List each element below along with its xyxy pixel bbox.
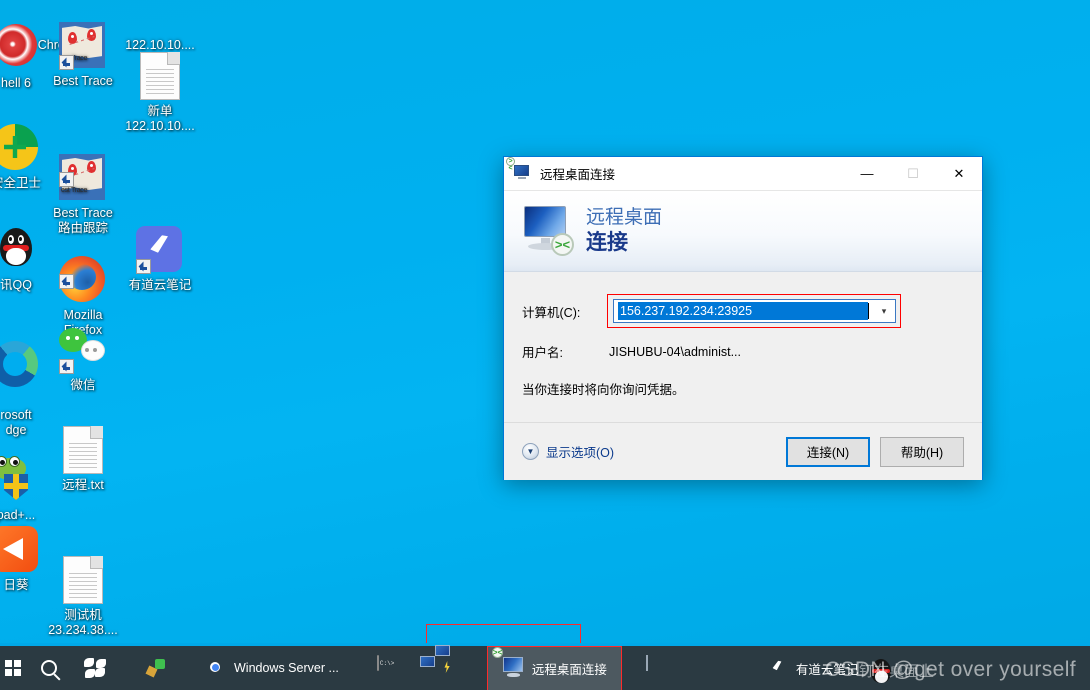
taskbar-item-remote-desktop-active[interactable]: >< 远程桌面连接: [486, 646, 622, 690]
dialog-titlebar[interactable]: >< 远程桌面连接 — ☐ ✕: [504, 156, 982, 191]
desktop-screen: Chrome 122.10.10.... hell 6 est Trace: [0, 0, 1090, 690]
chrome-icon: [204, 656, 228, 680]
text-document-icon: [59, 541, 107, 604]
firefox-icon: [59, 241, 107, 302]
computer-input[interactable]: 156.237.192.234:23925: [618, 302, 868, 320]
connect-button[interactable]: 连接(N): [786, 436, 870, 467]
username-value: JISHUBU-04\administ...: [609, 344, 741, 359]
search-button[interactable]: [26, 646, 72, 690]
wechat-icon: [59, 326, 107, 374]
desktop-icon-area: Chrome 122.10.10.... hell 6 est Trace: [0, 0, 240, 640]
best-trace-icon: est Trace: [59, 22, 107, 70]
show-options-label: 显示选项(O): [546, 446, 615, 460]
taskbar-item-notepad[interactable]: [638, 646, 684, 690]
dialog-banner: >< 远程桌面 连接: [504, 191, 982, 272]
computer-field-highlight: 156.237.192.234:23925 ▾: [607, 294, 901, 328]
firefox-icon: [706, 656, 730, 680]
paint-tool-icon: [144, 656, 168, 680]
desktop-icon-wechat[interactable]: 微信: [35, 326, 131, 393]
desktop-icon-label: 远程.txt: [62, 478, 104, 492]
powershell-icon: [0, 24, 40, 72]
remote-desktop-monitor-icon: ><: [520, 206, 574, 256]
youdao-note-icon: [136, 226, 184, 274]
search-icon: [41, 660, 57, 676]
taskbar: Windows Server ... >< 远程桌面连接 有道云笔记: [0, 643, 1090, 690]
shortcut-arrow-icon: [59, 359, 74, 374]
remote-desktop-connection-dialog: >< 远程桌面连接 — ☐ ✕ >< 远程桌面 连接 计算机(C): 156.2…: [503, 156, 983, 480]
shortcut-arrow-icon: [59, 274, 74, 289]
minimize-button[interactable]: —: [844, 157, 890, 190]
task-view-button[interactable]: [72, 646, 118, 690]
desktop-icon-yuancheng-txt[interactable]: 远程.txt: [35, 426, 131, 493]
taskbar-item-label: Windows Server ...: [234, 661, 339, 675]
taskbar-item-command-prompt[interactable]: [369, 646, 415, 690]
shortcut-arrow-icon: [59, 55, 74, 70]
dialog-title: 远程桌面连接: [540, 168, 616, 182]
sunflower-remote-icon: [0, 526, 40, 574]
taskbar-item-youdao[interactable]: 有道云笔记: [758, 646, 867, 690]
maximize-button: ☐: [907, 165, 919, 181]
username-row: 用户名: JISHUBU-04\administ...: [522, 342, 964, 361]
computer-combobox[interactable]: 156.237.192.234:23925 ▾: [613, 299, 896, 323]
microsoft-edge-icon: [0, 341, 40, 389]
taskbar-item-chrome[interactable]: Windows Server ...: [196, 646, 347, 690]
computer-row: 计算机(C): 156.237.192.234:23925 ▾: [522, 294, 964, 328]
taskbar-item-label: 远程桌面连接: [531, 663, 607, 677]
text-caret: [868, 303, 869, 319]
youdao-note-icon: [766, 656, 790, 680]
username-label: 用户名:: [522, 346, 563, 360]
remote-desktop-icon: ><: [506, 156, 532, 183]
dialog-footer: ▼ 显示选项(O) 连接(N) 帮助(H): [504, 422, 982, 480]
task-view-icon: [84, 658, 106, 678]
command-prompt-icon: [376, 655, 401, 680]
dialog-body: 计算机(C): 156.237.192.234:23925 ▾ 用户名: JIS…: [504, 272, 982, 480]
remote-connection-icon: [419, 645, 459, 680]
show-options-button[interactable]: ▼ 显示选项(O): [522, 442, 614, 461]
help-button[interactable]: 帮助(H): [880, 436, 964, 467]
chevron-down-icon: ▼: [522, 443, 539, 460]
desktop-icon-label: 微信: [70, 378, 96, 392]
remote-desktop-icon: ><: [491, 646, 526, 681]
text-document-icon: [59, 426, 107, 474]
taskbar-item-label: 有道云笔记: [795, 662, 859, 677]
windows-logo-icon: [5, 660, 21, 676]
desktop-icon-label: 有道云笔记: [128, 278, 192, 292]
close-button[interactable]: ✕: [936, 157, 982, 190]
desktop-icon-ceshiji-23234[interactable]: 测试机 23.234.38....: [35, 526, 131, 653]
notepadpp-icon: [0, 441, 40, 500]
desktop-icon-youdao-note[interactable]: 有道云笔记: [112, 226, 208, 293]
banner-line-1: 远程桌面: [586, 207, 663, 228]
start-button[interactable]: [0, 646, 26, 690]
taskbar-item-paint[interactable]: [136, 646, 182, 690]
notepad-icon: [645, 655, 670, 680]
taskbar-item-remote-connection[interactable]: [419, 645, 473, 690]
credential-note: 当你连接时将向你询问凭据。: [522, 383, 685, 397]
shortcut-arrow-icon: [136, 259, 151, 274]
shortcut-arrow-icon: [59, 172, 74, 187]
best-trace-route-icon: est Trace: [59, 139, 107, 200]
computer-label: 计算机(C):: [522, 305, 581, 320]
360-security-icon: [0, 124, 40, 172]
taskbar-item-firefox[interactable]: [698, 646, 744, 690]
text-document-icon: [136, 37, 184, 100]
banner-line-2: 连接: [586, 231, 628, 254]
tencent-qq-icon: [0, 226, 40, 274]
chevron-down-icon[interactable]: ▾: [873, 306, 895, 317]
